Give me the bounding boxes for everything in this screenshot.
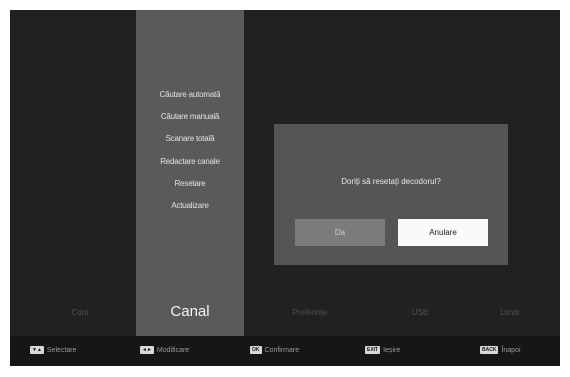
tab-account[interactable]: Cont <box>50 308 110 317</box>
hint-label: Modificare <box>156 346 190 354</box>
exit-key-icon: EXIT <box>365 346 381 354</box>
hint-label: Selectare <box>46 346 77 354</box>
hint-select: ▼▲ Selectare <box>30 346 76 354</box>
menu-item-reset[interactable]: Resetare <box>136 179 244 188</box>
left-right-key-icon: ◄► <box>140 346 154 354</box>
menu-item-auto-search[interactable]: Căutare automată <box>136 90 244 99</box>
yes-button[interactable]: Da <box>295 219 385 246</box>
dialog-message: Doriți să resetați decodorul? <box>341 177 441 186</box>
hint-label: Confirmare <box>264 346 300 354</box>
reset-confirm-dialog: Doriți să resetați decodorul? Da Anulare <box>274 124 508 265</box>
key-hint-bar: ▼▲ Selectare ◄► Modificare OK Confirmare… <box>10 336 560 366</box>
menu-item-update[interactable]: Actualizare <box>136 201 244 210</box>
tab-languages[interactable]: Limbi <box>480 308 540 317</box>
tab-preferences[interactable]: Preferințe <box>270 308 350 317</box>
menu-item-full-scan[interactable]: Scanare totală <box>136 134 244 143</box>
channel-menu-column: Căutare automată Căutare manuală Scanare… <box>136 10 244 336</box>
tab-usb[interactable]: USB <box>390 308 450 317</box>
hint-modify: ◄► Modificare <box>140 346 189 354</box>
hint-label: Înapoi <box>501 346 521 354</box>
tab-channel[interactable]: Canal <box>136 303 244 320</box>
ok-key-icon: OK <box>250 346 262 354</box>
hint-confirm: OK Confirmare <box>250 346 299 354</box>
cancel-button[interactable]: Anulare <box>398 219 488 246</box>
tv-screen: Căutare automată Căutare manuală Scanare… <box>10 10 560 366</box>
hint-exit: EXIT Ieșire <box>365 346 400 354</box>
menu-item-manual-search[interactable]: Căutare manuală <box>136 112 244 121</box>
hint-back: BACK Înapoi <box>480 346 521 354</box>
up-down-key-icon: ▼▲ <box>30 346 44 354</box>
menu-item-edit-channels[interactable]: Redactare canale <box>136 157 244 166</box>
hint-label: Ieșire <box>383 346 401 354</box>
back-key-icon: BACK <box>480 346 499 354</box>
